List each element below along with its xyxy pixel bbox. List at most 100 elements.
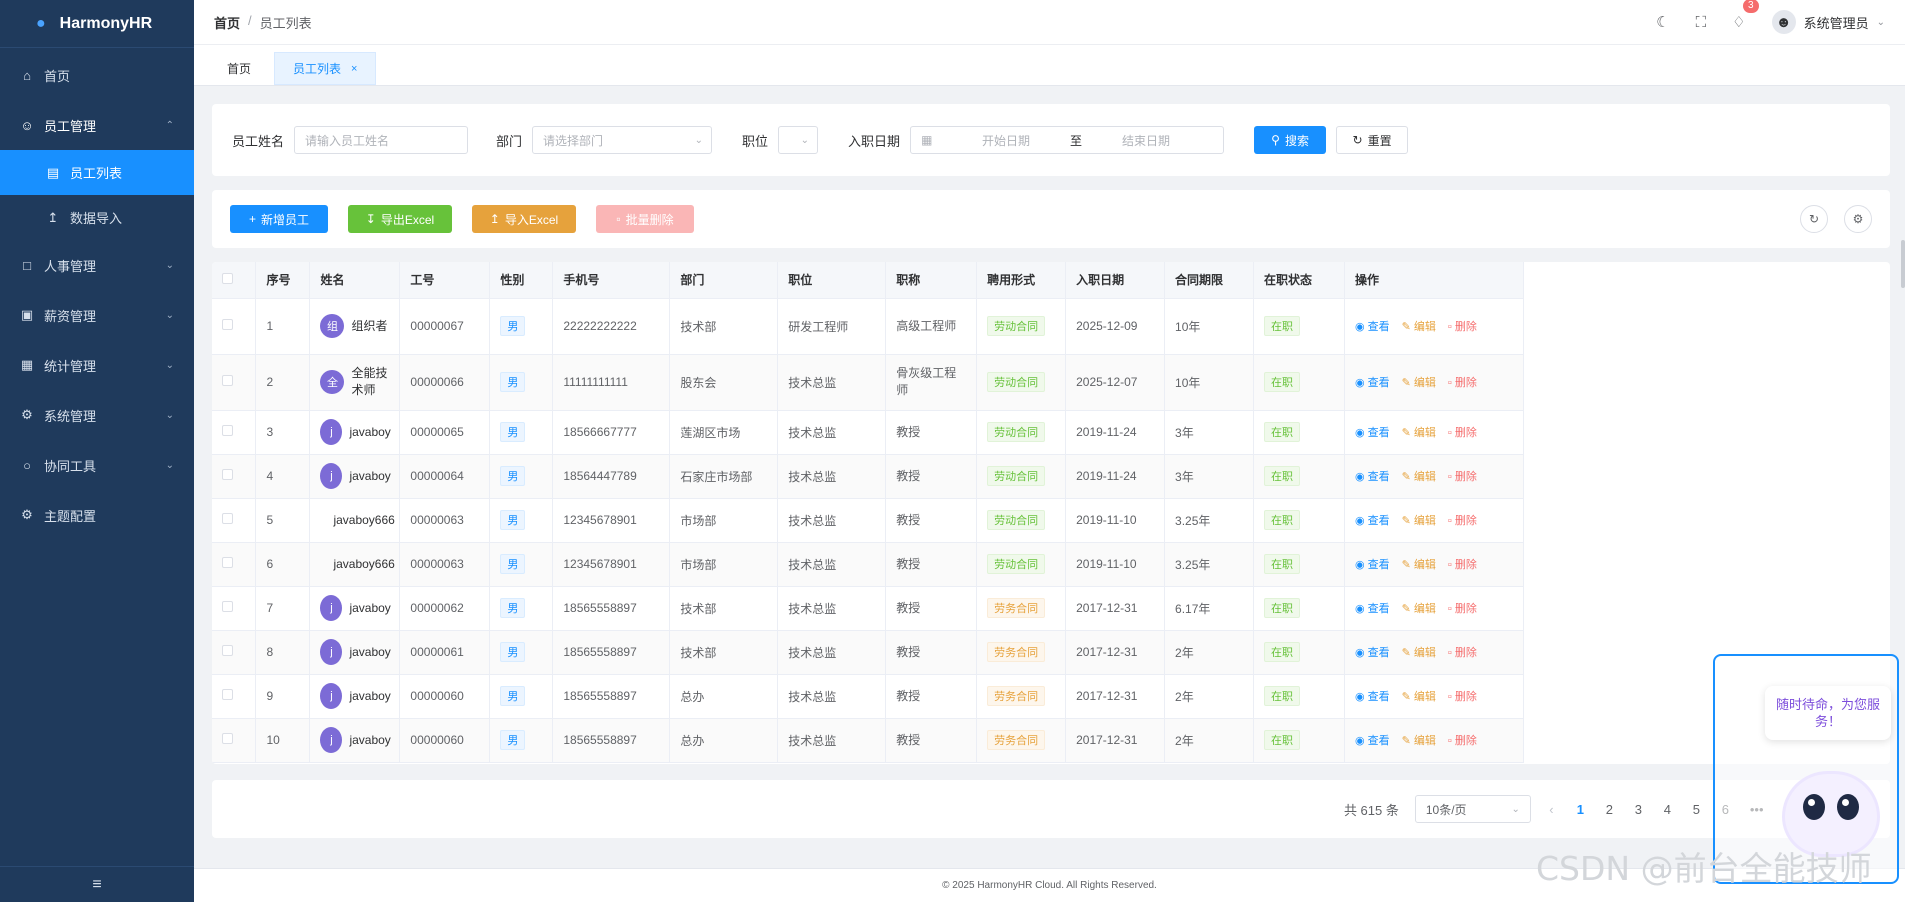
tab-employee-list[interactable]: 员工列表 ×: [274, 52, 377, 85]
row-select-cell[interactable]: [212, 542, 257, 587]
column-header[interactable]: 手机号: [552, 262, 671, 299]
sidebar-item-salary-management[interactable]: ▣ 薪资管理 ⌄: [0, 290, 194, 340]
name-search-input[interactable]: 请输入员工姓名: [294, 126, 469, 154]
page-number[interactable]: 3: [1634, 802, 1643, 817]
row-checkbox[interactable]: [222, 425, 233, 436]
sidebar-item-data-import[interactable]: ↥ 数据导入: [0, 195, 194, 240]
sidebar-item-home[interactable]: ⌂ 首页: [0, 50, 194, 100]
edit-button[interactable]: ✎ 编辑: [1402, 732, 1436, 748]
select-all-checkbox[interactable]: [222, 272, 233, 284]
sidebar-item-employee-list[interactable]: ▤ 员工列表: [0, 150, 194, 195]
delete-button[interactable]: ▫ 删除: [1448, 468, 1477, 484]
row-checkbox[interactable]: [222, 469, 233, 480]
table-row[interactable]: 10 j javaboy 00000060 男 18565558897 总办 技术总监 教授 劳务…: [212, 718, 1525, 763]
table-row[interactable]: 2 全全能技术师 00000066 男 11111111111 股东会 技术总监 骨灰级工程师…: [212, 354, 1525, 411]
fullscreen-icon[interactable]: ⛶: [1696, 14, 1707, 31]
end-date-input[interactable]: 结束日期: [1091, 132, 1201, 149]
view-button[interactable]: ◉ 查看: [1355, 688, 1390, 704]
column-header[interactable]: 姓名: [309, 262, 401, 299]
export-excel-button[interactable]: ↧ 导出Excel: [348, 205, 452, 233]
view-button[interactable]: ◉ 查看: [1355, 374, 1390, 390]
sidebar-item-hr-management[interactable]: □ 人事管理 ⌄: [0, 240, 194, 290]
table-row[interactable]: 6 javaboy666 00000063 男 12345678901 市场部 技术总监 教授…: [212, 542, 1525, 587]
sidebar-collapse-button[interactable]: ≡: [0, 866, 194, 902]
start-date-input[interactable]: 开始日期: [951, 132, 1061, 149]
import-excel-button[interactable]: ↥ 导入Excel: [472, 205, 576, 233]
edit-button[interactable]: ✎ 编辑: [1402, 644, 1436, 660]
sidebar-item-collab-tools[interactable]: ○ 协同工具 ⌄: [0, 440, 194, 490]
delete-button[interactable]: ▫ 删除: [1448, 374, 1477, 390]
refresh-table-button[interactable]: ↻: [1800, 205, 1828, 233]
row-select-cell[interactable]: [212, 454, 257, 499]
add-employee-button[interactable]: + 新增员工: [230, 205, 328, 233]
row-select-cell[interactable]: [212, 354, 257, 411]
view-button[interactable]: ◉ 查看: [1355, 600, 1390, 616]
row-select-cell[interactable]: [212, 586, 257, 631]
row-select-cell[interactable]: [212, 718, 257, 763]
notification-button[interactable]: ♢ 3: [1732, 0, 1759, 31]
row-checkbox[interactable]: [222, 557, 233, 568]
delete-button[interactable]: ▫ 删除: [1448, 732, 1477, 748]
reset-button[interactable]: ↻ 重置: [1336, 126, 1409, 154]
dept-select[interactable]: 请选择部门 ⌄: [532, 126, 713, 154]
sidebar-item-statistics[interactable]: ▦ 统计管理 ⌄: [0, 340, 194, 390]
column-settings-button[interactable]: ⚙: [1844, 205, 1872, 233]
row-select-cell[interactable]: [212, 630, 257, 675]
row-select-cell[interactable]: [212, 674, 257, 719]
row-select-cell[interactable]: [212, 498, 257, 543]
edit-button[interactable]: ✎ 编辑: [1402, 512, 1436, 528]
column-header[interactable]: 性别: [489, 262, 554, 299]
column-header[interactable]: 部门: [669, 262, 779, 299]
position-select[interactable]: ⌄: [778, 126, 819, 154]
column-header[interactable]: 入职日期: [1065, 262, 1166, 299]
column-header[interactable]: 工号: [399, 262, 491, 299]
row-checkbox[interactable]: [222, 689, 233, 700]
column-header[interactable]: 聘用形式: [976, 262, 1067, 299]
row-select-cell[interactable]: [212, 298, 257, 355]
user-menu[interactable]: ☻ 系统管理员 ⌄: [1771, 10, 1885, 34]
table-row[interactable]: 7 j javaboy 00000062 男 18565558897 技术部 技术总监 教授 劳务…: [212, 586, 1525, 631]
page-number[interactable]: 2: [1605, 802, 1614, 817]
delete-button[interactable]: ▫ 删除: [1448, 512, 1477, 528]
sidebar-item-system-management[interactable]: ⚙ 系统管理 ⌄: [0, 390, 194, 440]
view-button[interactable]: ◉ 查看: [1355, 318, 1390, 334]
row-checkbox[interactable]: [222, 513, 233, 524]
row-checkbox[interactable]: [222, 375, 233, 386]
column-header[interactable]: 合同期限: [1164, 262, 1254, 299]
page-size-select[interactable]: 10条/页 ⌄: [1414, 795, 1531, 823]
edit-button[interactable]: ✎ 编辑: [1402, 688, 1436, 704]
view-button[interactable]: ◉ 查看: [1355, 468, 1390, 484]
table-row[interactable]: 4 j javaboy 00000064 男 18564447789 石家庄市场部 技术总监教…: [212, 454, 1525, 499]
row-checkbox[interactable]: [222, 319, 233, 330]
tab-home[interactable]: 首页: [208, 52, 270, 85]
view-button[interactable]: ◉ 查看: [1355, 424, 1390, 440]
prev-page-button[interactable]: ‹: [1547, 802, 1556, 817]
app-logo[interactable]: ● HarmonyHR: [0, 0, 194, 48]
search-button[interactable]: ⚲ 搜索: [1254, 126, 1327, 154]
delete-button[interactable]: ▫ 删除: [1448, 688, 1477, 704]
table-row[interactable]: 9 j javaboy 00000060 男 18565558897 总办 技术总监 教授 劳务合…: [212, 674, 1525, 719]
view-button[interactable]: ◉ 查看: [1355, 644, 1390, 660]
delete-button[interactable]: ▫ 删除: [1448, 318, 1477, 334]
edit-button[interactable]: ✎ 编辑: [1402, 556, 1436, 572]
select-all-cell[interactable]: [212, 262, 257, 299]
delete-button[interactable]: ▫ 删除: [1448, 556, 1477, 572]
column-header[interactable]: 序号: [255, 262, 311, 299]
page-number[interactable]: 5: [1692, 802, 1701, 817]
dark-mode-icon[interactable]: ☾: [1656, 13, 1669, 31]
sidebar-item-employee-management[interactable]: ☺ 员工管理 ⌃: [0, 100, 194, 150]
delete-button[interactable]: ▫ 删除: [1448, 424, 1477, 440]
row-select-cell[interactable]: [212, 410, 257, 455]
table-row[interactable]: 8 j javaboy 00000061 男 18565558897 技术部 技术总监 教授 劳务…: [212, 630, 1525, 675]
table-row[interactable]: 1 组组织者 00000067 男 22222222222 技术部 研发工程师 高级工程师 劳动…: [212, 298, 1525, 355]
column-header[interactable]: 职位: [777, 262, 887, 299]
edit-button[interactable]: ✎ 编辑: [1402, 374, 1436, 390]
delete-button[interactable]: ▫ 删除: [1448, 644, 1477, 660]
view-button[interactable]: ◉ 查看: [1355, 556, 1390, 572]
edit-button[interactable]: ✎ 编辑: [1402, 468, 1436, 484]
row-checkbox[interactable]: [222, 601, 233, 612]
page-number[interactable]: 4: [1663, 802, 1672, 817]
table-row[interactable]: 5 javaboy666 00000063 男 12345678901 市场部 技术总监 教授…: [212, 498, 1525, 543]
column-header[interactable]: 职称: [885, 262, 978, 299]
edit-button[interactable]: ✎ 编辑: [1402, 318, 1436, 334]
